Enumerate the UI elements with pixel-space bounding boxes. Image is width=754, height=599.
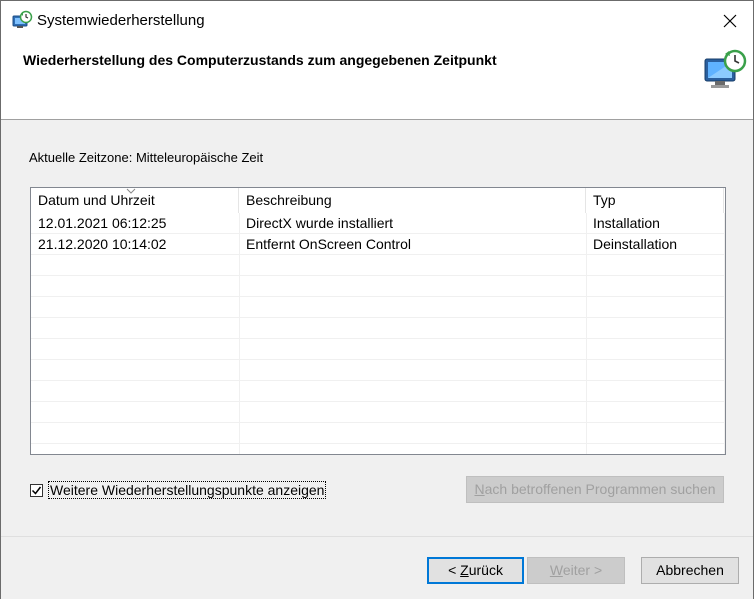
sort-descending-icon	[126, 188, 136, 194]
row-type: Installation	[593, 215, 660, 231]
empty-row	[31, 360, 725, 381]
empty-row	[31, 381, 725, 402]
empty-row	[31, 255, 725, 276]
row-type: Deinstallation	[593, 236, 678, 252]
column-header-date-label: Datum und Uhrzeit	[38, 192, 155, 208]
page-title: Wiederherstellung des Computerzustands z…	[23, 52, 497, 68]
system-restore-monitor-icon	[704, 49, 747, 88]
column-header-description[interactable]: Beschreibung	[239, 188, 586, 213]
wizard-header: Wiederherstellung des Computerzustands z…	[1, 41, 753, 119]
timezone-label: Aktuelle Zeitzone: Mitteleuropäische Zei…	[29, 150, 264, 165]
empty-row	[31, 276, 725, 297]
empty-row	[31, 297, 725, 318]
row-date: 12.01.2021 06:12:25	[38, 215, 167, 231]
button-label: urück	[468, 562, 503, 578]
row-description: Entfernt OnScreen Control	[246, 236, 411, 252]
show-more-restore-points[interactable]: Weitere Wiederherstellungspunkte anzeige…	[30, 481, 327, 499]
back-button[interactable]: < Zurück	[427, 557, 524, 584]
cancel-button[interactable]: Abbrechen	[641, 557, 739, 584]
restore-points-list[interactable]: Datum und Uhrzeit Beschreibung Typ 12.01…	[30, 187, 726, 455]
list-header: Datum und Uhrzeit Beschreibung Typ	[31, 188, 725, 213]
mnemonic: Z	[460, 562, 469, 578]
system-restore-icon	[12, 10, 33, 28]
table-row[interactable]: 21.12.2020 10:14:02 Entfernt OnScreen Co…	[31, 234, 725, 255]
empty-row	[31, 423, 725, 444]
column-header-type[interactable]: Typ	[586, 188, 724, 213]
button-label: eiter >	[562, 562, 603, 578]
search-affected-programs-button[interactable]: Nach betroffenen Programmen suchen	[466, 476, 724, 503]
wizard-body: Aktuelle Zeitzone: Mitteleuropäische Zei…	[1, 120, 753, 536]
empty-row	[31, 339, 725, 360]
window-title: Systemwiederherstellung	[37, 12, 205, 29]
next-button[interactable]: Weiter >	[527, 557, 625, 584]
close-button[interactable]	[707, 1, 753, 41]
empty-row	[31, 318, 725, 339]
wizard-footer: < Zurück Weiter > Abbrechen	[1, 536, 753, 599]
system-restore-dialog: Systemwiederherstellung Wiederherstellun…	[0, 0, 754, 599]
mnemonic: N	[474, 481, 485, 497]
column-header-date[interactable]: Datum und Uhrzeit	[31, 188, 239, 213]
empty-row	[31, 402, 725, 423]
show-more-label[interactable]: Weitere Wiederherstellungspunkte anzeige…	[48, 481, 327, 499]
button-label: ach betroffenen Programmen suchen	[484, 481, 716, 497]
close-icon	[723, 14, 737, 28]
button-prefix: <	[448, 562, 461, 578]
checkmark-icon	[31, 486, 42, 495]
table-row[interactable]: 12.01.2021 06:12:25 DirectX wurde instal…	[31, 213, 725, 234]
row-date: 21.12.2020 10:14:02	[38, 236, 167, 252]
row-description: DirectX wurde installiert	[246, 215, 394, 231]
title-bar: Systemwiederherstellung	[1, 1, 753, 41]
show-more-checkbox[interactable]	[30, 483, 43, 497]
mnemonic: W	[549, 562, 563, 578]
